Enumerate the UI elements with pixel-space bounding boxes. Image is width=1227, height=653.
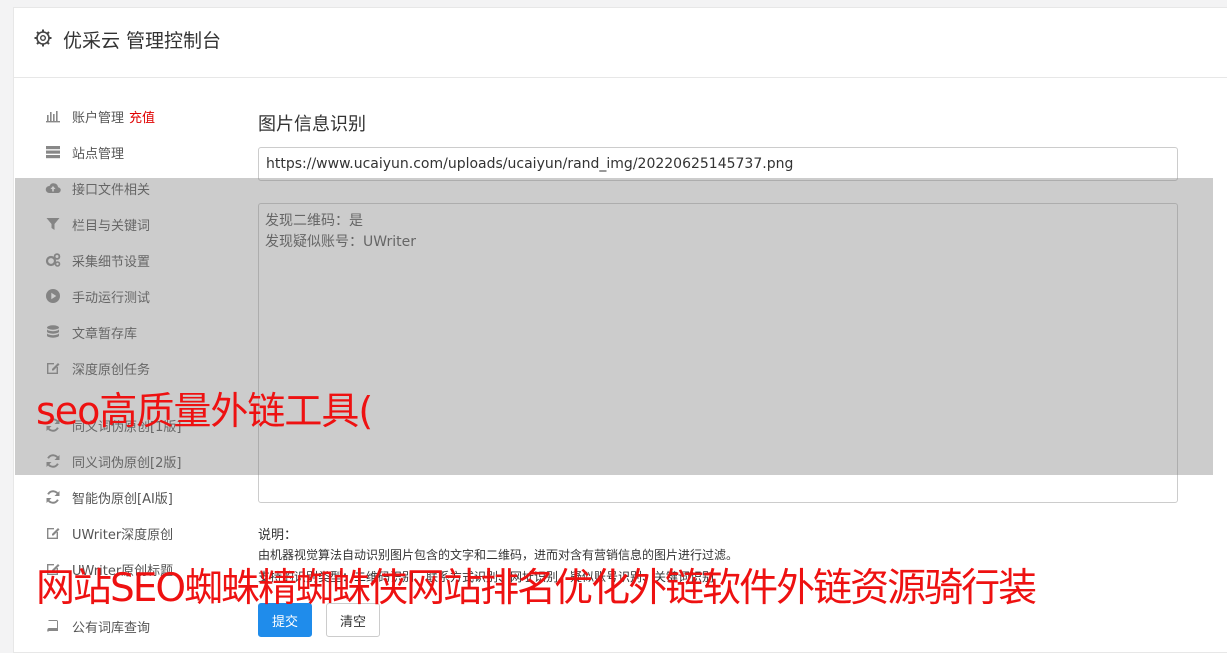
recharge-link[interactable]: 充值	[129, 107, 155, 126]
sidebar-item-label: 账户管理	[72, 110, 125, 126]
database-icon	[44, 324, 62, 340]
play-circle-icon	[44, 288, 62, 304]
gear-icon	[33, 28, 53, 48]
result-textarea[interactable]: 发现二维码：是 发现疑似账号：UWriter	[258, 203, 1178, 503]
sidebar-item-public-lexicon[interactable]: 公有词库查询	[44, 614, 150, 638]
edit-icon	[44, 525, 62, 541]
image-url-input[interactable]	[258, 147, 1178, 181]
sidebar-item-label: 采集细节设置	[72, 254, 151, 270]
cloud-upload-icon	[44, 180, 62, 196]
sidebar-item-label: 公有词库查询	[72, 620, 151, 636]
sidebar-item-columns-keywords[interactable]: 栏目与关键词	[44, 212, 150, 236]
sidebar-item-label: 同义词伪原创[2版]	[72, 455, 182, 471]
sidebar-item-label: UWriter深度原创	[72, 527, 174, 543]
page-title: 优采云 管理控制台	[63, 30, 222, 52]
sidebar-item-label: 栏目与关键词	[72, 218, 151, 234]
watermark-text-bottom: 网站SEO蜘蛛精蜘蛛侠网站排名优化外链软件外链资源骑行装	[36, 566, 1037, 611]
sidebar-item-label: 手动运行测试	[72, 290, 151, 306]
refresh-icon	[44, 453, 62, 469]
sidebar-item-sites[interactable]: 站点管理	[44, 140, 124, 164]
sidebar-item-account[interactable]: 账户管理 充值	[44, 104, 155, 128]
sidebar-item-label: 文章暂存库	[72, 326, 138, 342]
filter-icon	[44, 216, 62, 232]
sidebar-item-uwriter-deep[interactable]: UWriter深度原创	[44, 521, 173, 545]
sidebar-item-api-files[interactable]: 接口文件相关	[44, 176, 150, 200]
section-title: 图片信息识别	[258, 114, 366, 135]
gears-icon	[44, 252, 62, 268]
sidebar-item-article-store[interactable]: 文章暂存库	[44, 320, 137, 344]
server-icon	[44, 144, 62, 160]
sidebar-item-synonym-v2[interactable]: 同义词伪原创[2版]	[44, 449, 181, 473]
refresh-icon	[44, 489, 62, 505]
edit-icon	[44, 360, 62, 376]
sidebar-item-label: 智能伪原创[AI版]	[72, 491, 173, 507]
bar-chart-icon	[44, 108, 62, 124]
book-icon	[44, 618, 62, 634]
note-label: 说明：	[258, 528, 298, 543]
watermark-text-top: seo高质量外链工具(	[36, 389, 373, 433]
sidebar-item-label: 接口文件相关	[72, 182, 151, 198]
sidebar-item-deep-original-task[interactable]: 深度原创任务	[44, 356, 150, 380]
sidebar-item-manual-test[interactable]: 手动运行测试	[44, 284, 150, 308]
sidebar-item-label: 站点管理	[72, 146, 125, 162]
page-header: 优采云 管理控制台	[14, 8, 1227, 78]
sidebar-item-label: 深度原创任务	[72, 362, 151, 378]
result-line-qrcode: 发现二维码：是	[265, 213, 363, 229]
sidebar-item-collect-settings[interactable]: 采集细节设置	[44, 248, 150, 272]
sidebar-item-ai-rewrite[interactable]: 智能伪原创[AI版]	[44, 485, 173, 509]
result-line-account: 发现疑似账号：UWriter	[265, 234, 416, 250]
